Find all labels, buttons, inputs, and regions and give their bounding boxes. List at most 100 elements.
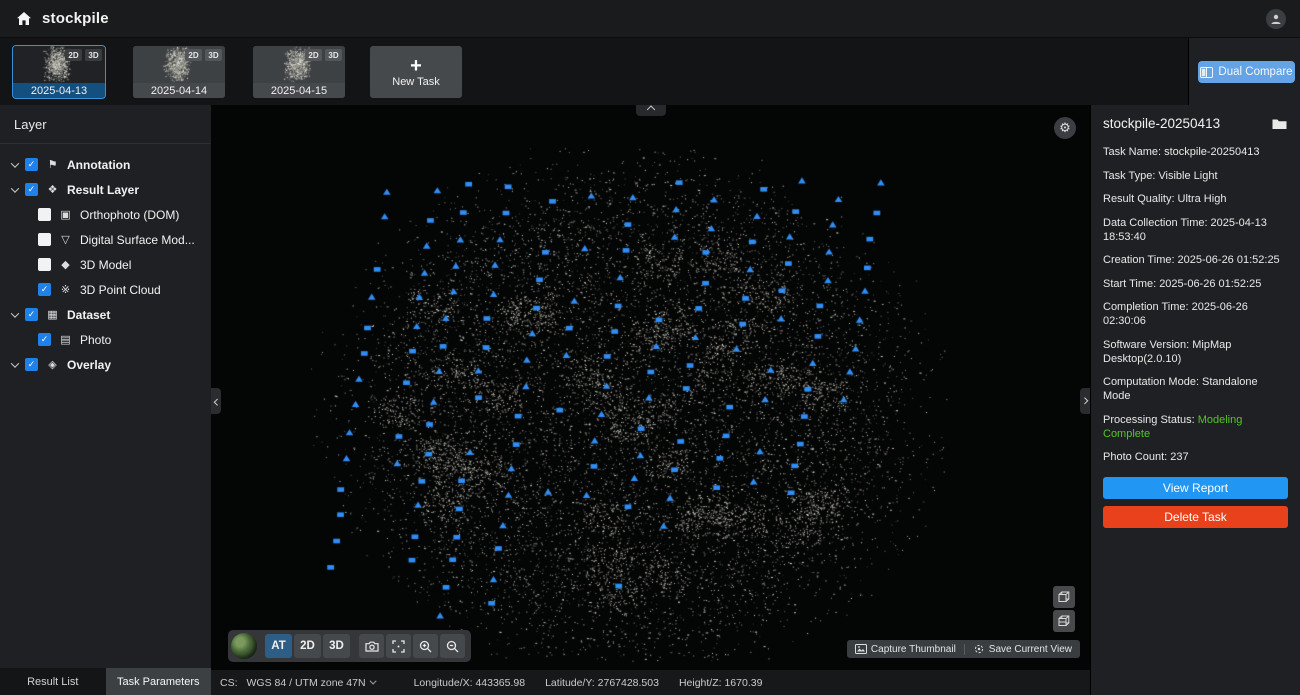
zoom-out-button[interactable]	[440, 634, 465, 658]
fit-view-button[interactable]	[386, 634, 411, 658]
view-actions-pill: Capture Thumbnail Save Current View	[847, 640, 1080, 658]
plus-icon: +	[410, 57, 422, 75]
layer-item-3d-point-cloud[interactable]: ✓ ※ 3D Point Cloud	[0, 277, 211, 302]
new-task-label: New Task	[392, 76, 439, 88]
layer-label: Dataset	[67, 308, 110, 322]
task-detail-panel: stockpile-20250413 Task Name:stockpile-2…	[1090, 105, 1300, 695]
view-cube-top-button[interactable]	[1053, 586, 1075, 608]
tab-result-list[interactable]: Result List	[0, 668, 106, 695]
checkbox[interactable]: ✓	[25, 358, 38, 371]
layer-tree: ✓ ⚑ Annotation ✓ ❖ Result Layer ✓ ▣ Orth…	[0, 152, 211, 377]
app-window: stockpile 2D 3D 2025-04-13 2D 3D 2025-04…	[0, 0, 1300, 695]
zoom-in-icon	[419, 640, 432, 653]
layer-label: 3D Model	[80, 258, 131, 272]
badge-2d[interactable]: 2D	[65, 49, 82, 61]
view-cube-bottom-button[interactable]	[1053, 610, 1075, 632]
height-readout: Height/Z: 1670.39	[679, 677, 762, 689]
badge-2d[interactable]: 2D	[305, 49, 322, 61]
view-report-button[interactable]: View Report	[1103, 477, 1288, 499]
top-bar: stockpile	[0, 0, 1300, 38]
badge-3d[interactable]: 3D	[325, 49, 342, 61]
collapse-right-panel-handle[interactable]	[1080, 388, 1090, 414]
overlay-icon: ◈	[45, 358, 60, 371]
target-icon	[973, 643, 985, 655]
task-card-2025-04-15[interactable]: 2D 3D 2025-04-15	[253, 46, 345, 98]
flag-icon: ⚑	[45, 158, 60, 171]
layer-item-dataset[interactable]: ✓ ▦ Dataset	[0, 302, 211, 327]
cs-selector[interactable]: WGS 84 / UTM zone 47N	[247, 677, 377, 689]
save-current-view-button[interactable]: Save Current View	[973, 643, 1072, 655]
expander-chevron-icon[interactable]	[11, 309, 19, 317]
expander-chevron-icon[interactable]	[11, 159, 19, 167]
divider	[964, 644, 965, 655]
dual-compare-button[interactable]: Dual Compare	[1198, 61, 1295, 83]
task-thumbnail: 2D 3D	[133, 46, 225, 83]
home-icon[interactable]	[14, 9, 34, 29]
badge-2d[interactable]: 2D	[185, 49, 202, 61]
zoom-out-icon	[446, 640, 459, 653]
mode-2d-button[interactable]: 2D	[294, 634, 321, 658]
mode-at-button[interactable]: AT	[265, 634, 292, 658]
viewport-settings-button[interactable]: ⚙	[1054, 117, 1076, 139]
badge-3d[interactable]: 3D	[205, 49, 222, 61]
folder-icon	[1272, 118, 1287, 130]
save-current-view-label: Save Current View	[989, 644, 1072, 655]
layer-item-orthophoto[interactable]: ✓ ▣ Orthophoto (DOM)	[0, 202, 211, 227]
model-icon: ◆	[58, 258, 73, 271]
info-data-collection-time: Data Collection Time:2025-04-13 18:53:40	[1103, 216, 1288, 244]
point-cloud-canvas[interactable]	[211, 105, 1090, 670]
badge-3d[interactable]: 3D	[85, 49, 102, 61]
chevron-left-icon	[213, 398, 220, 405]
task-date-label: 2025-04-15	[253, 83, 345, 98]
zoom-in-button[interactable]	[413, 634, 438, 658]
capture-thumbnail-button[interactable]: Capture Thumbnail	[855, 644, 956, 655]
divider	[0, 143, 211, 144]
dual-compare-label: Dual Compare	[1218, 66, 1292, 78]
chevron-right-icon	[1081, 397, 1088, 404]
image-icon	[855, 644, 867, 654]
tab-task-parameters[interactable]: Task Parameters	[106, 668, 212, 695]
info-computation-mode: Computation Mode:Standalone Mode	[1103, 375, 1288, 403]
checkbox[interactable]: ✓	[38, 283, 51, 296]
user-avatar[interactable]	[1266, 9, 1286, 29]
checkbox[interactable]: ✓	[38, 208, 51, 221]
layer-label: Annotation	[67, 158, 130, 172]
layer-item-3d-model[interactable]: ✓ ◆ 3D Model	[0, 252, 211, 277]
info-photo-count: Photo Count:237	[1103, 450, 1288, 464]
task-card-2025-04-13[interactable]: 2D 3D 2025-04-13	[13, 46, 105, 98]
layer-item-result-layer[interactable]: ✓ ❖ Result Layer	[0, 177, 211, 202]
delete-task-button[interactable]: Delete Task	[1103, 506, 1288, 528]
checkbox[interactable]: ✓	[25, 308, 38, 321]
basemap-preview-button[interactable]	[231, 633, 257, 659]
mode-3d-button[interactable]: 3D	[323, 634, 350, 658]
layer-label: Result Layer	[67, 183, 139, 197]
open-folder-button[interactable]	[1272, 118, 1287, 130]
checkbox[interactable]: ✓	[25, 183, 38, 196]
collapse-left-panel-handle[interactable]	[211, 388, 221, 414]
info-task-name: Task Name:stockpile-20250413	[1103, 145, 1288, 159]
collapse-strip-handle[interactable]	[636, 105, 666, 116]
expander-chevron-icon[interactable]	[11, 184, 19, 192]
info-result-quality: Result Quality:Ultra High	[1103, 192, 1288, 206]
expander-chevron-icon[interactable]	[11, 359, 19, 367]
checkbox[interactable]: ✓	[25, 158, 38, 171]
layer-item-annotation[interactable]: ✓ ⚑ Annotation	[0, 152, 211, 177]
new-task-button[interactable]: + New Task	[370, 46, 462, 98]
task-card-2025-04-14[interactable]: 2D 3D 2025-04-14	[133, 46, 225, 98]
layer-item-dsm[interactable]: ✓ ▽ Digital Surface Mod...	[0, 227, 211, 252]
checkbox[interactable]: ✓	[38, 333, 51, 346]
layer-item-overlay[interactable]: ✓ ◈ Overlay	[0, 352, 211, 377]
checkbox[interactable]: ✓	[38, 233, 51, 246]
split-view-icon	[1200, 67, 1213, 78]
fit-view-icon	[392, 640, 405, 653]
checkbox[interactable]: ✓	[38, 258, 51, 271]
cs-value: WGS 84 / UTM zone 47N	[247, 677, 366, 689]
cube-icon	[1057, 590, 1071, 604]
task-thumbnail: 2D 3D	[253, 46, 345, 83]
screenshot-button[interactable]	[359, 634, 384, 658]
chevron-up-icon	[646, 105, 654, 113]
layer-item-photo[interactable]: ✓ ▤ Photo	[0, 327, 211, 352]
latitude-readout: Latitude/Y: 2767428.503	[545, 677, 659, 689]
app-title: stockpile	[42, 10, 109, 27]
layer-panel-title: Layer	[0, 105, 211, 132]
